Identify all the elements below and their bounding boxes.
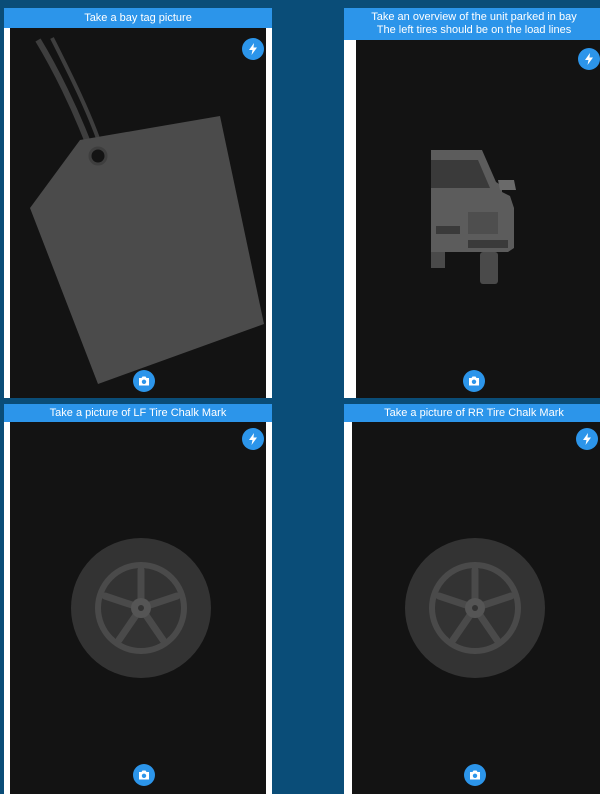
- flash-icon: [248, 43, 258, 55]
- capture-button[interactable]: [133, 764, 155, 786]
- camera-icon: [138, 376, 150, 386]
- wheel-silhouette: [71, 538, 211, 678]
- tag-silhouette: [30, 37, 264, 384]
- wheel-silhouette: [405, 538, 545, 678]
- header-line: Take a bay tag picture: [84, 11, 192, 24]
- camera-icon: [468, 376, 480, 386]
- capture-button[interactable]: [464, 764, 486, 786]
- header-line: The left tires should be on the load lin…: [376, 24, 572, 36]
- screen-unit-overview: Take an overview of the unit parked in b…: [344, 8, 600, 398]
- capture-button[interactable]: [133, 370, 155, 392]
- screen-header: Take an overview of the unit parked in b…: [344, 8, 600, 40]
- screen-rr-tire: Take a picture of RR Tire Chalk Mark: [344, 404, 600, 794]
- camera-viewport[interactable]: [352, 422, 600, 794]
- camera-icon: [138, 770, 150, 780]
- flash-toggle-button[interactable]: [576, 428, 598, 450]
- camera-viewport[interactable]: [10, 28, 266, 398]
- screen-lf-tire: Take a picture of LF Tire Chalk Mark: [4, 404, 272, 794]
- screen-header: Take a bay tag picture: [4, 8, 272, 28]
- camera-icon: [469, 770, 481, 780]
- flash-icon: [584, 53, 594, 65]
- car-front-silhouette: [431, 150, 516, 284]
- flash-toggle-button[interactable]: [578, 48, 600, 70]
- header-line: Take a picture of RR Tire Chalk Mark: [384, 406, 564, 419]
- header-line: Take a picture of LF Tire Chalk Mark: [49, 406, 227, 419]
- screen-header: Take a picture of LF Tire Chalk Mark: [4, 404, 272, 422]
- flash-toggle-button[interactable]: [242, 428, 264, 450]
- camera-viewport[interactable]: [10, 422, 266, 794]
- header-line: Take an overview of the unit parked in b…: [371, 11, 577, 23]
- screen-header: Take a picture of RR Tire Chalk Mark: [344, 404, 600, 422]
- screen-bay-tag: Take a bay tag picture: [4, 8, 272, 398]
- flash-toggle-button[interactable]: [242, 38, 264, 60]
- flash-icon: [248, 433, 258, 445]
- camera-viewport[interactable]: [356, 40, 600, 398]
- capture-button[interactable]: [463, 370, 485, 392]
- flash-icon: [582, 433, 592, 445]
